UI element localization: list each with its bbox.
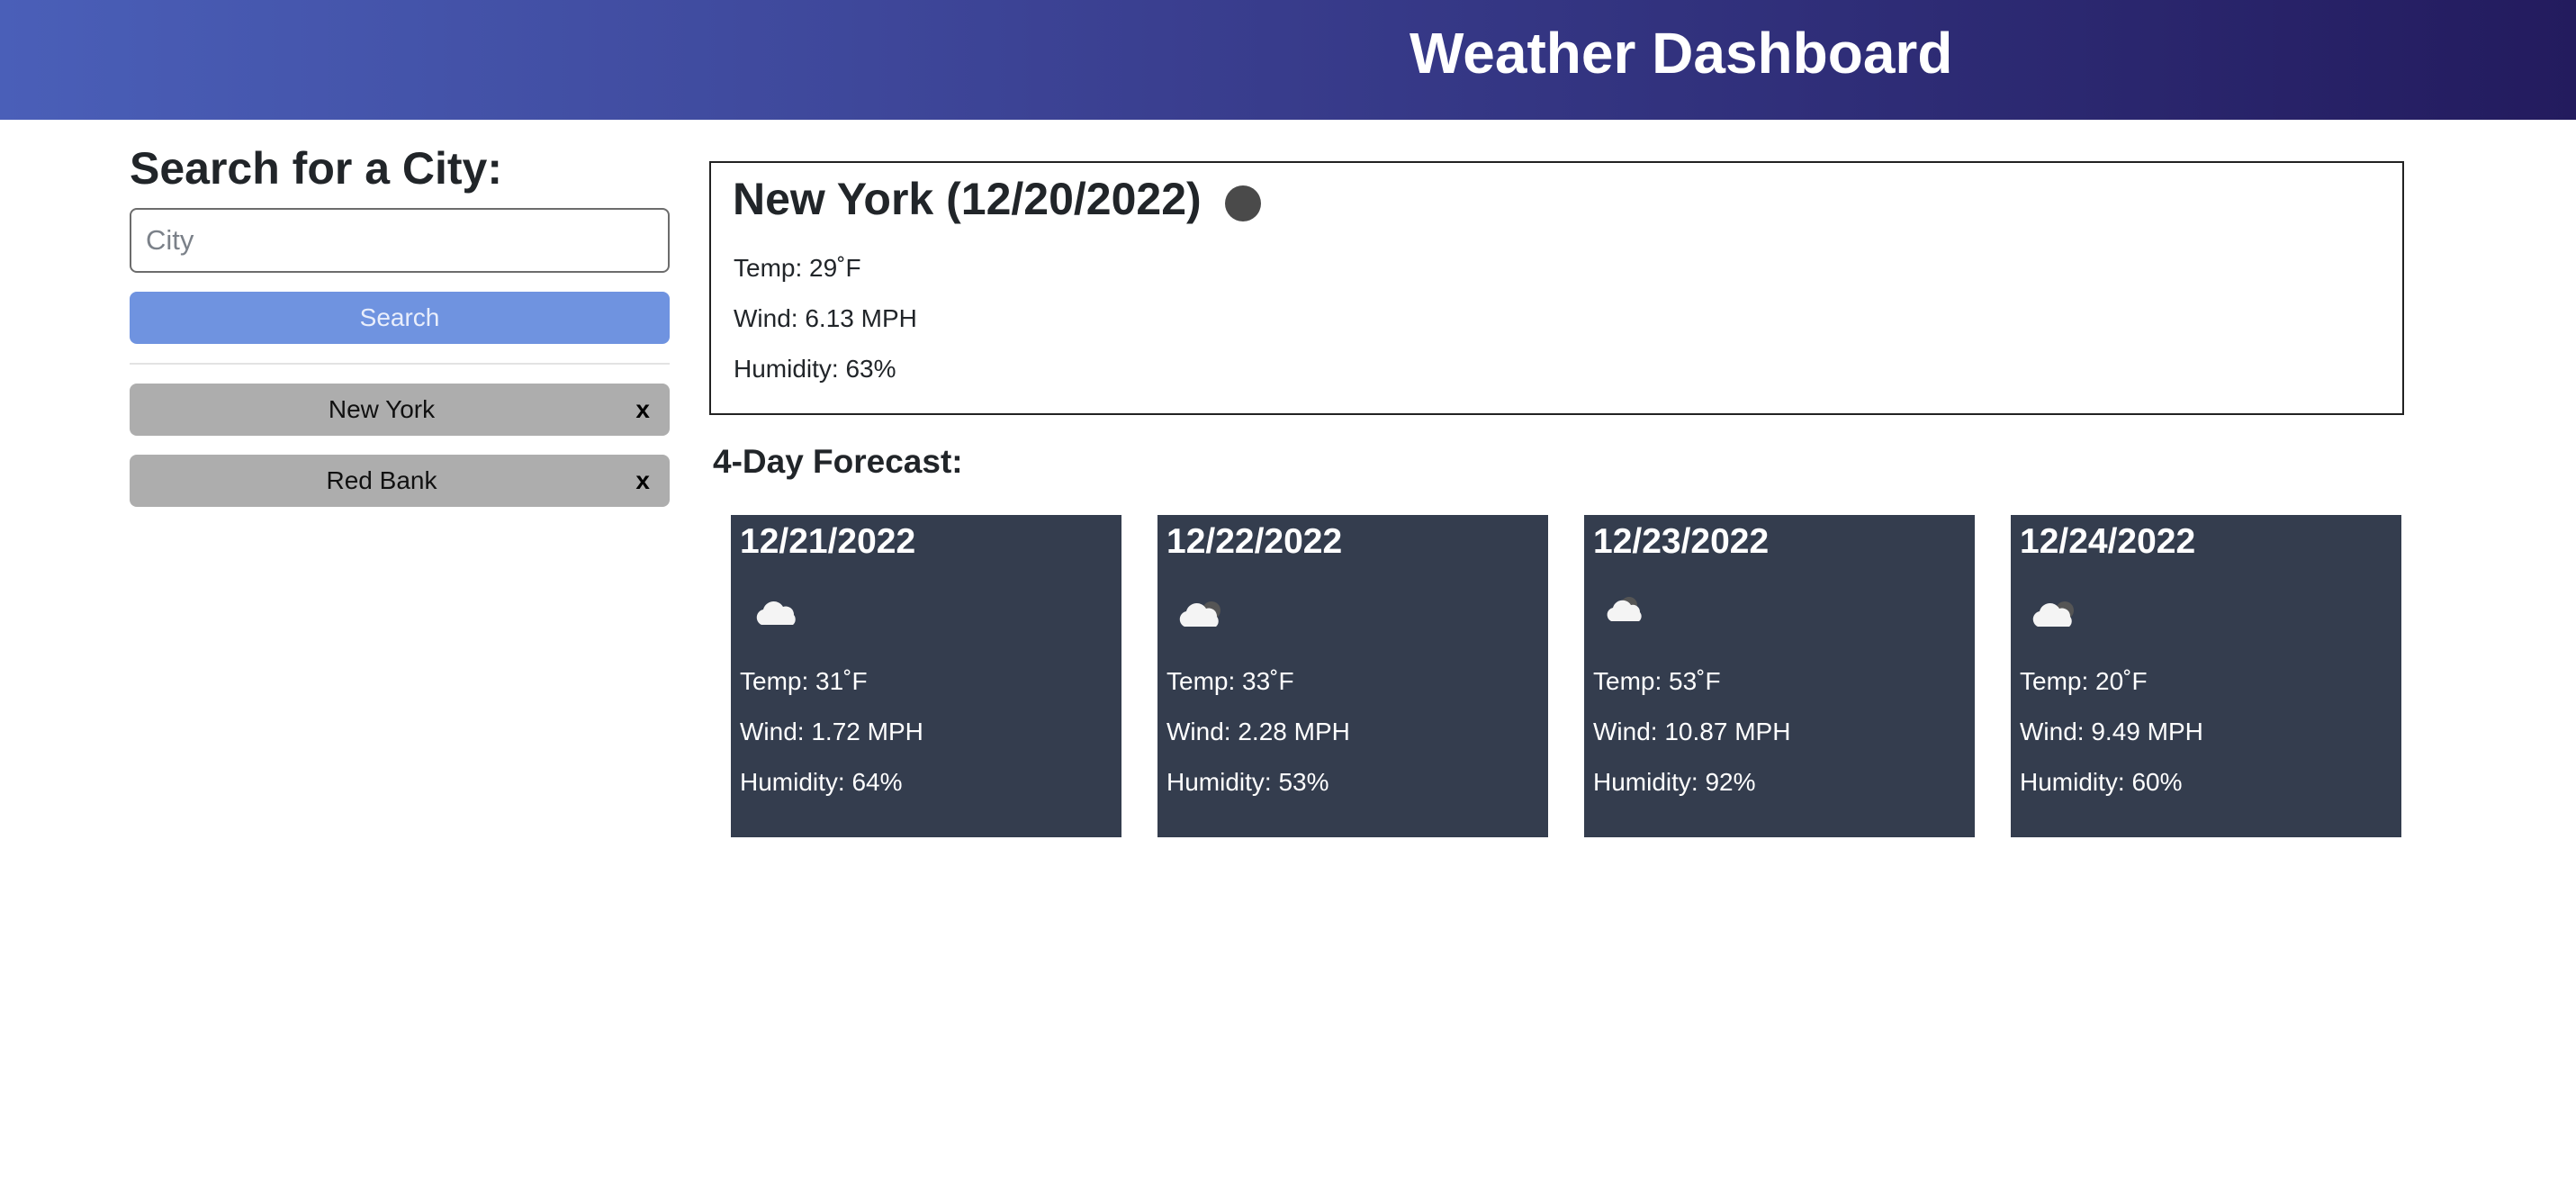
forecast-wind: Wind: 2.28 MPH (1166, 718, 1350, 745)
forecast-date: 12/23/2022 (1593, 522, 1770, 561)
night-clear-icon (1224, 185, 1261, 221)
current-city-title: New York (12/20/2022) (733, 174, 1202, 224)
sidebar-divider (130, 363, 670, 365)
forecast-humidity: Humidity: 60% (2020, 768, 2183, 796)
forecast-heading: 4-Day Forecast: (713, 443, 963, 480)
forecast-card: 12/21/2022 Temp: 31˚F Wind: 1.72 MPH Hum… (731, 515, 1121, 837)
remove-history-button[interactable]: x (635, 455, 650, 507)
search-sidebar: Search for a City: Search New York x Red… (130, 141, 670, 507)
forecast-temp: Temp: 33˚F (1166, 667, 1294, 695)
current-temp: Temp: 29˚F (734, 254, 861, 282)
forecast-humidity: Humidity: 53% (1166, 768, 1329, 796)
forecast-card: 12/23/2022 Temp: 53˚F Wind: 10.87 MPH Hu… (1584, 515, 1975, 837)
forecast-date: 12/24/2022 (2020, 522, 2196, 561)
history-item-red-bank[interactable]: Red Bank x (130, 455, 670, 507)
history-item-label[interactable]: Red Bank (130, 455, 634, 507)
forecast-humidity: Humidity: 92% (1593, 768, 1756, 796)
forecast-humidity: Humidity: 64% (740, 768, 903, 796)
forecast-wind: Wind: 1.72 MPH (740, 718, 923, 745)
forecast-date: 12/22/2022 (1166, 522, 1343, 561)
cloud-icon (756, 601, 796, 625)
city-search-input[interactable] (130, 208, 670, 273)
forecast-card: 12/22/2022 Temp: 33˚F Wind: 2.28 MPH Hum… (1157, 515, 1548, 837)
search-heading: Search for a City: (130, 143, 503, 194)
forecast-temp: Temp: 53˚F (1593, 667, 1721, 695)
app-header: Weather Dashboard (0, 0, 2576, 120)
history-item-label[interactable]: New York (130, 384, 634, 436)
page-title: Weather Dashboard (1410, 21, 1953, 86)
search-button[interactable]: Search (130, 292, 670, 344)
history-item-new-york[interactable]: New York x (130, 384, 670, 436)
cloud-moon-icon (2032, 601, 2074, 627)
forecast-wind: Wind: 9.49 MPH (2020, 718, 2203, 745)
forecast-card: 12/24/2022 Temp: 20˚F Wind: 9.49 MPH Hum… (2011, 515, 2401, 837)
forecast-temp: Temp: 31˚F (740, 667, 868, 695)
remove-history-button[interactable]: x (635, 384, 650, 436)
current-weather-panel: New York (12/20/2022) Temp: 29˚F Wind: 6… (709, 161, 2404, 415)
cloud-moon-icon (1179, 601, 1220, 627)
forecast-temp: Temp: 20˚F (2020, 667, 2148, 695)
forecast-wind: Wind: 10.87 MPH (1593, 718, 1791, 745)
forecast-date: 12/21/2022 (740, 522, 916, 561)
current-wind: Wind: 6.13 MPH (734, 304, 917, 332)
cloud-moon-icon (1607, 597, 1642, 621)
current-humidity: Humidity: 63% (734, 355, 896, 383)
